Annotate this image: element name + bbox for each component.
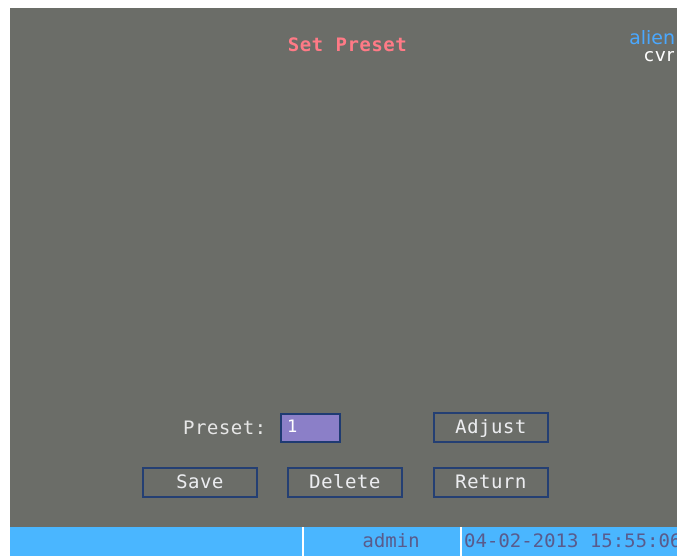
status-segment-datetime: 04-02-2013 15:55:06: [460, 527, 677, 556]
brand-logo: alien cvr: [617, 29, 675, 66]
adjust-button[interactable]: Adjust: [433, 412, 549, 443]
save-button[interactable]: Save: [142, 467, 258, 498]
dvr-screen: Set Preset alien cvr Preset: 1 Adjust Sa…: [10, 8, 677, 556]
preset-label: Preset:: [183, 417, 267, 439]
delete-button[interactable]: Delete: [287, 467, 403, 498]
status-segment-empty: [10, 527, 302, 556]
page-title: Set Preset: [287, 34, 408, 56]
return-button[interactable]: Return: [433, 467, 549, 498]
logo-text-bottom: cvr: [644, 45, 675, 66]
status-segment-user: admin: [302, 527, 460, 556]
status-user: admin: [362, 530, 420, 552]
preset-input[interactable]: 1: [280, 413, 341, 443]
status-bar: admin 04-02-2013 15:55:06: [10, 527, 677, 556]
status-datetime: 04-02-2013 15:55:06: [464, 530, 677, 552]
